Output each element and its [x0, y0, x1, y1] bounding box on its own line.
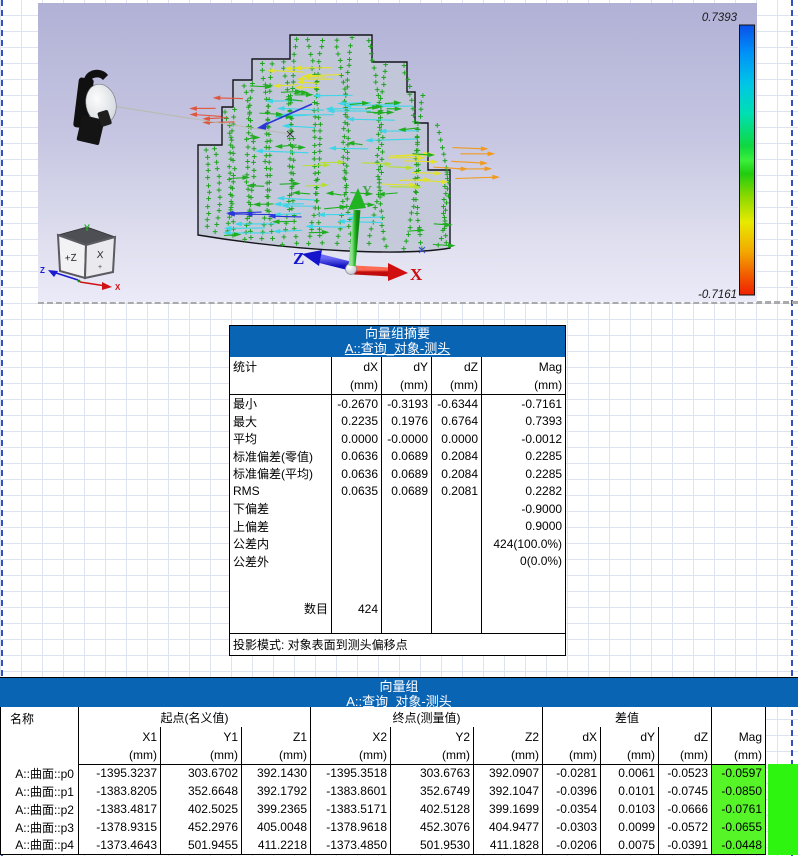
summary-row-out-tol: 公差外 0(0.0%): [230, 553, 566, 570]
unit-label: (mm): [482, 377, 566, 395]
end-group-header: 终点(测量值): [311, 707, 543, 727]
delta-group-header: 差值: [543, 707, 712, 727]
vector-group-table: 名称 起点(名义值) 终点(测量值) 差值 X1 Y1 Z1 X2 Y2 Z2 …: [0, 707, 766, 855]
cube-axis-label-x: X: [115, 283, 121, 292]
unit-label: (mm): [332, 377, 382, 395]
vector-group-header-row: 名称 起点(名义值) 终点(测量值) 差值: [1, 707, 766, 727]
table-row: A::曲面::p0 -1395.3237 303.6702 392.1430 -…: [1, 764, 766, 782]
projection-mode-note: 投影模式: 对象表面到测头偏移点: [230, 634, 566, 656]
summary-units-row: (mm) (mm) (mm) (mm): [230, 377, 566, 395]
summary-count-row: 数目 424: [230, 600, 566, 618]
view-cube[interactable]: +Z X + Y Z X: [40, 223, 121, 292]
vector-group-summary-table: 向量组摘要 A::查询_对象-测头 统计 dX dY dZ Mag (mm) (…: [229, 325, 566, 656]
probe-device[interactable]: [73, 70, 120, 146]
mag-cell: -0.0597: [712, 764, 766, 782]
summary-row-in-tol: 公差内 424(100.0%): [230, 535, 566, 553]
color-scale-min: -0.7161: [698, 289, 737, 301]
name-col-header: 名称: [1, 707, 79, 764]
unit-label: (mm): [432, 377, 482, 395]
cube-axis-label-z: Z: [40, 266, 45, 275]
viewport-canvas[interactable]: +Z X + Y Z X Y Z X 0.7393 -0.7161: [38, 3, 757, 302]
table-row: A::曲面::p1 -1383.8205 352.6648 392.1792 -…: [1, 782, 766, 800]
summary-row-min: 最小 -0.2670 -0.3193 -0.6344 -0.7161: [230, 395, 566, 413]
summary-row-stddev-mean: 标准偏差(平均) 0.0636 0.0689 0.2084 0.2285: [230, 465, 566, 483]
report-page: { "viewport": { "colorbar": { "max": "0.…: [0, 0, 798, 856]
summary-header-row: 统计 dX dY dZ Mag: [230, 357, 566, 377]
point-name: A::曲面::p1: [1, 782, 79, 800]
3d-viewport[interactable]: +Z X + Y Z X Y Z X 0.7393 -0.7161: [38, 3, 757, 302]
unit-label: (mm): [382, 377, 432, 395]
table-row: A::曲面::p4 -1373.4643 501.9455 411.2218 -…: [1, 836, 766, 854]
vector-col-header-row: X1 Y1 Z1 X2 Y2 Z2 dX dY dZ Mag: [1, 727, 766, 746]
summary-col-header: dX: [332, 357, 382, 377]
cube-face-glyph: +: [98, 264, 102, 271]
mag-cell: -0.0448: [712, 836, 766, 854]
table-row: A::曲面::p2 -1383.4817 402.5025 399.2365 -…: [1, 800, 766, 818]
summary-footer-row: 投影模式: 对象表面到测头偏移点: [230, 634, 566, 656]
summary-col-header: Mag: [482, 357, 566, 377]
mag-cell: -0.0761: [712, 800, 766, 818]
summary-row-rms: RMS 0.0635 0.0689 0.2081 0.2282: [230, 483, 566, 500]
summary-row-mean: 平均 0.0000 -0.0000 0.0000 -0.0012: [230, 430, 566, 448]
cube-axis-label-y: Y: [84, 223, 90, 233]
summary-col-header: dZ: [432, 357, 482, 377]
vector-table-title-bar: 向量组 A::查询_对象-测头: [0, 677, 798, 707]
summary-row-stddev-zero: 标准偏差(零值) 0.0636 0.0689 0.2084 0.2285: [230, 448, 566, 465]
summary-spacer-row: [230, 618, 566, 634]
summary-title: 向量组摘要: [230, 326, 565, 341]
summary-title-bar: 向量组摘要 A::查询_对象-测头: [230, 326, 566, 357]
deviation-color-strip: [768, 764, 798, 855]
vector-table-title: 向量组: [0, 679, 798, 694]
summary-row-max: 最大 0.2235 0.1976 0.6764 0.7393: [230, 413, 566, 430]
summary-row-lower-tol: 下偏差 -0.9000: [230, 500, 566, 518]
table-row: A::曲面::p3 -1378.9315 452.2976 405.0048 -…: [1, 818, 766, 836]
color-scale[interactable]: 0.7393 -0.7161: [698, 12, 755, 301]
cube-face-label-front: +Z: [64, 253, 77, 265]
triad-label-x: X: [410, 265, 423, 284]
summary-spacer-row: [230, 570, 566, 600]
point-name: A::曲面::p0: [1, 764, 79, 782]
summary-col-header: 统计: [230, 357, 332, 377]
point-name: A::曲面::p3: [1, 818, 79, 836]
triad-label-z: Z: [293, 249, 304, 268]
summary-row-upper-tol: 上偏差 0.9000: [230, 518, 566, 535]
mag-cell: -0.0850: [712, 782, 766, 800]
triad-label-y: Y: [362, 184, 372, 199]
point-name: A::曲面::p4: [1, 836, 79, 854]
point-name: A::曲面::p2: [1, 800, 79, 818]
cube-face-label-right: X: [96, 250, 104, 261]
summary-col-header: dY: [382, 357, 432, 377]
count-value: 424: [332, 600, 382, 618]
count-label: 数目: [230, 600, 332, 618]
start-group-header: 起点(名义值): [79, 707, 311, 727]
vector-units-row: (mm) (mm) (mm) (mm) (mm) (mm) (mm) (mm) …: [1, 746, 766, 764]
mag-cell: -0.0655: [712, 818, 766, 836]
page-break-line-right: [791, 0, 793, 856]
color-scale-max: 0.7393: [702, 12, 738, 24]
summary-subtitle: A::查询_对象-测头: [230, 341, 565, 356]
